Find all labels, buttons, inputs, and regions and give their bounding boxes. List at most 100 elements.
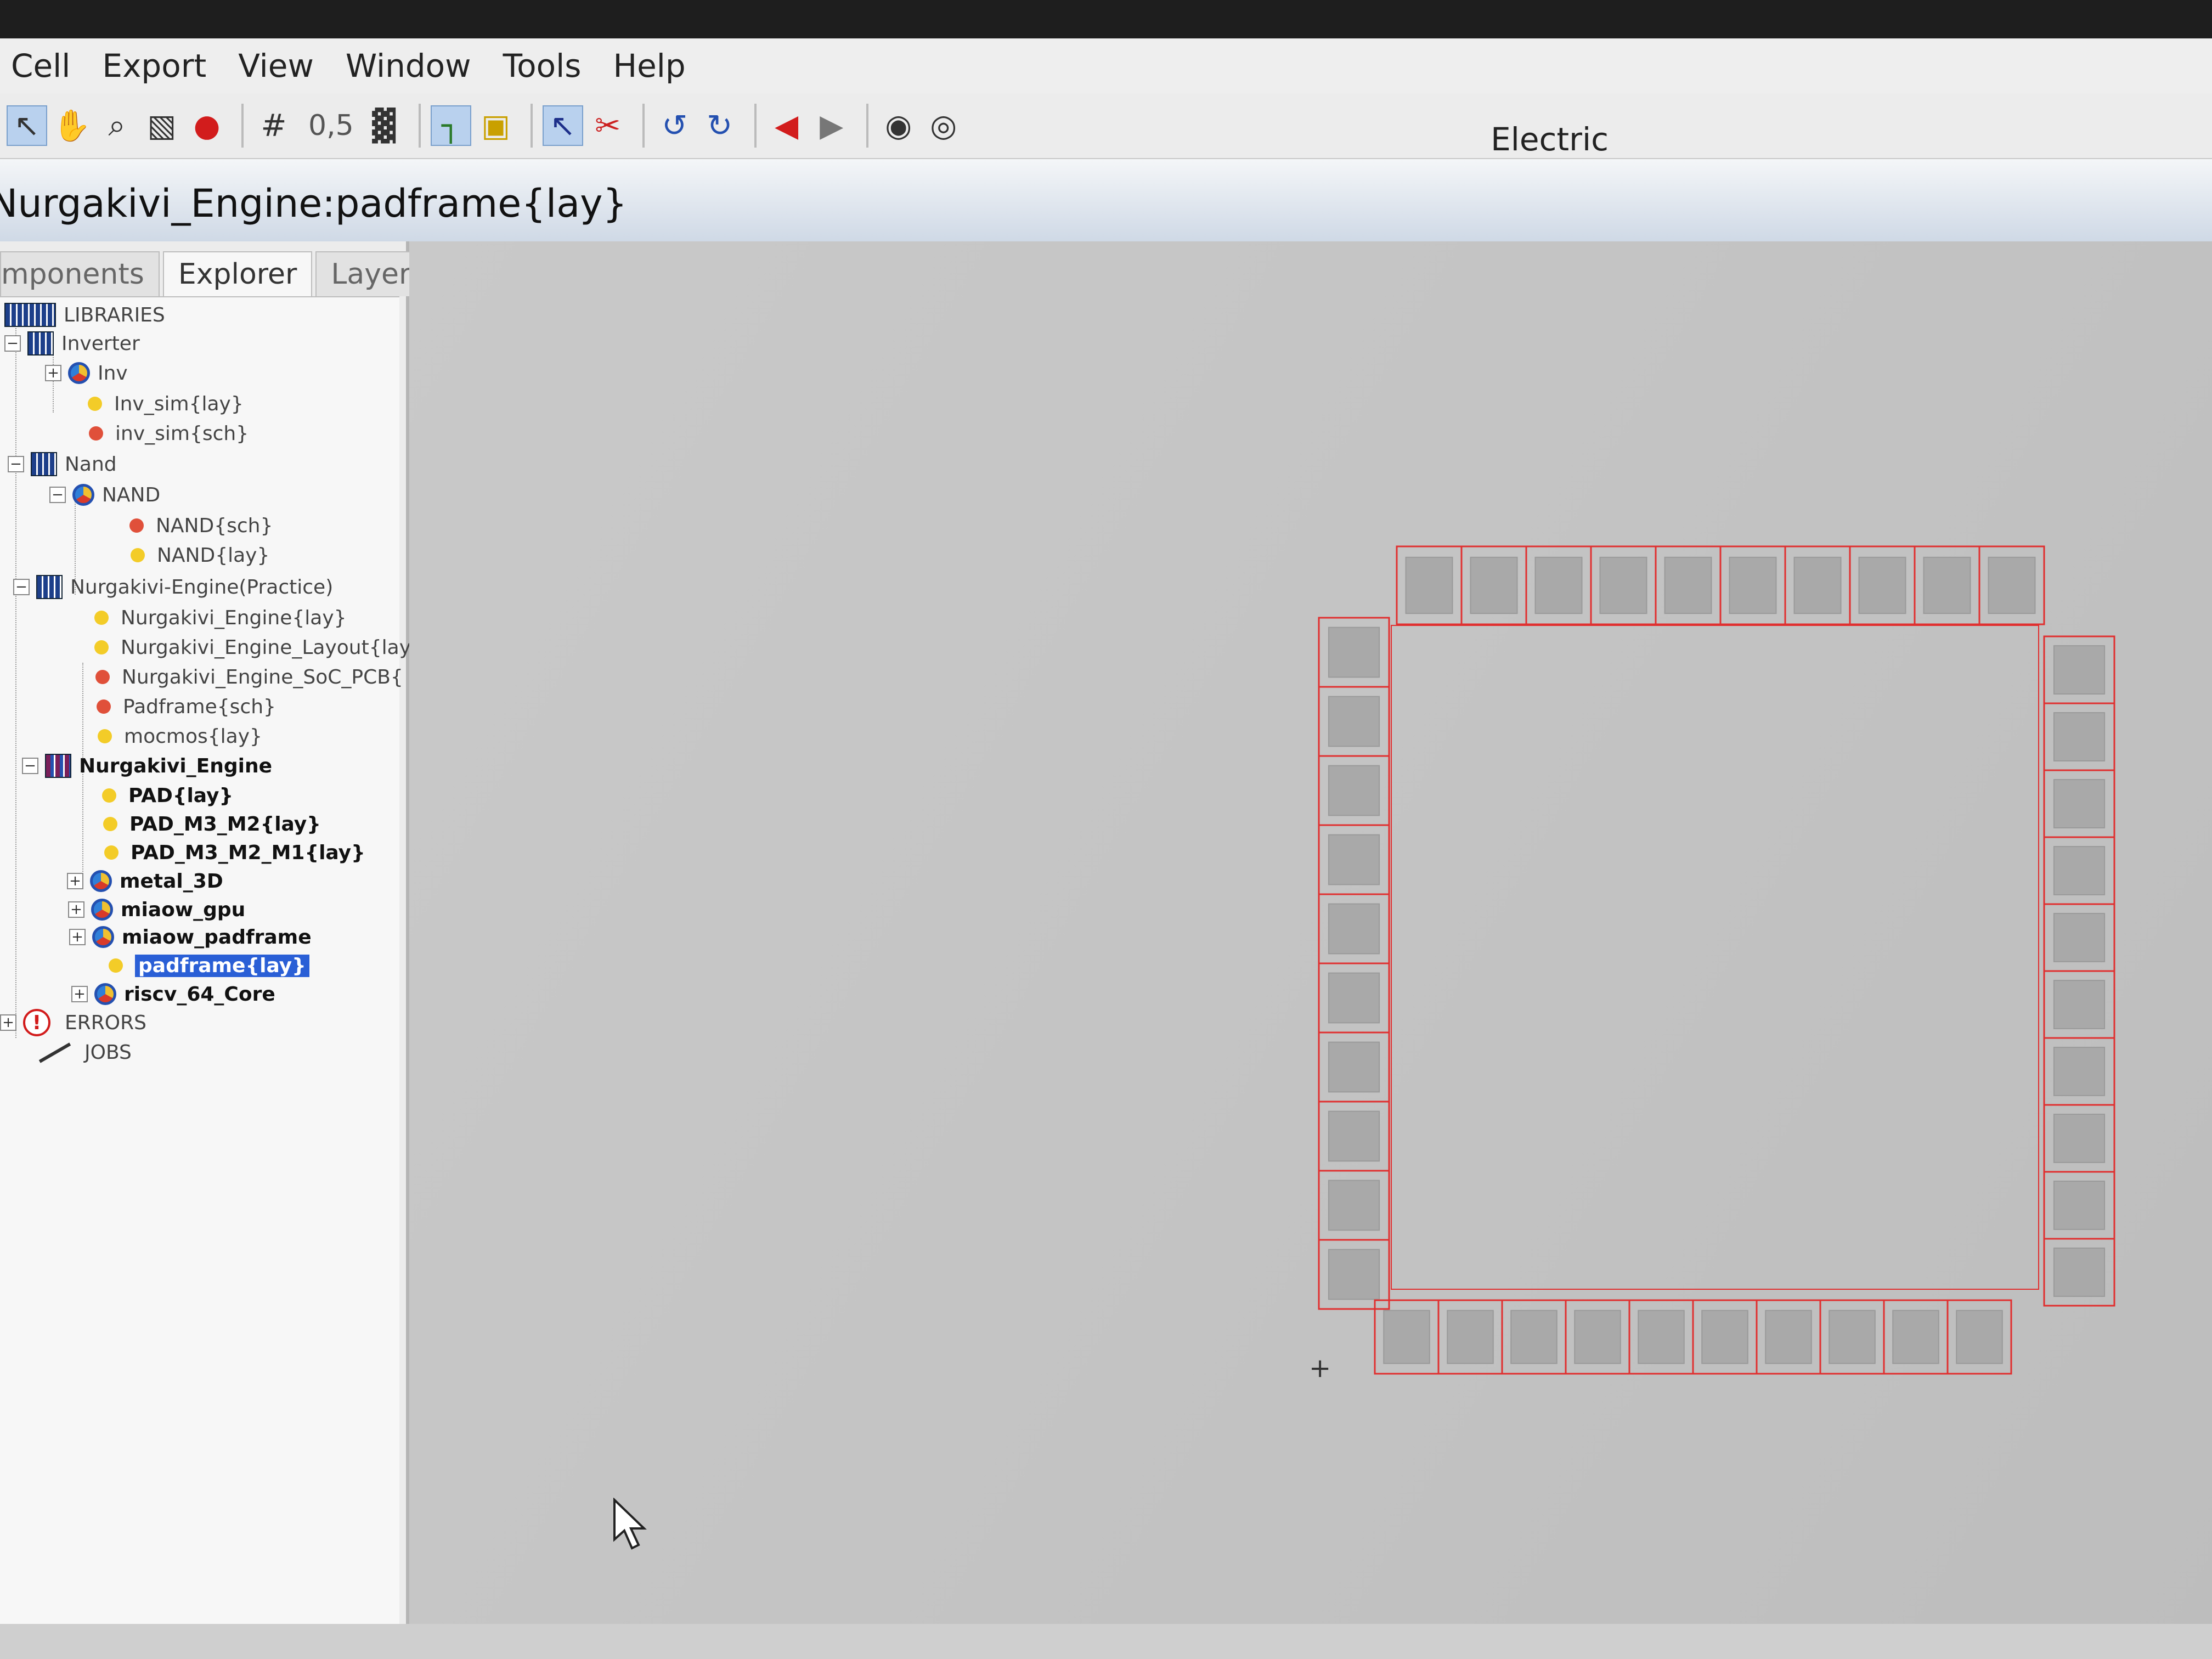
stop-icon[interactable]: ● — [187, 105, 227, 146]
pad-cell[interactable] — [2043, 903, 2115, 972]
pad-cell[interactable] — [1318, 617, 1390, 688]
grid-icon[interactable]: # — [253, 105, 294, 146]
layout-canvas[interactable]: + — [409, 241, 2212, 1659]
measure-icon[interactable]: ▓ — [364, 105, 404, 146]
hide-layer-icon[interactable]: ◎ — [923, 105, 964, 146]
tree-item-practice-layout[interactable]: Nurgakivi_Engine_Layout{lay — [94, 633, 411, 662]
select-arrow-icon[interactable]: ↖ — [7, 105, 47, 146]
tree-item-inv-sim-lay[interactable]: Inv_sim{lay} — [88, 390, 244, 418]
pad-cell[interactable] — [1501, 1299, 1567, 1375]
expand-icon[interactable]: + — [45, 365, 61, 381]
show-layer-icon[interactable]: ◉ — [878, 105, 919, 146]
tree-item-nand-lay[interactable]: NAND{lay} — [131, 541, 269, 569]
pad-cell[interactable] — [2043, 769, 2115, 838]
menu-view[interactable]: View — [238, 47, 314, 84]
tree-item-libraries[interactable]: LIBRARIES — [4, 301, 165, 329]
pad-cell[interactable] — [1692, 1299, 1758, 1375]
tree-item-miaow-padframe[interactable]: + miaow_padframe — [69, 923, 312, 951]
pad-cell[interactable] — [1883, 1299, 1949, 1375]
tree-item-pad-m3-m2[interactable]: PAD_M3_M2{lay} — [103, 810, 321, 838]
tree-item-nand-sch[interactable]: NAND{sch} — [129, 511, 273, 540]
pad-cell[interactable] — [2043, 1171, 2115, 1240]
pad-cell[interactable] — [1318, 1101, 1390, 1172]
tree-item-engine[interactable]: − Nurgakivi_Engine — [22, 752, 272, 780]
menu-cell[interactable]: Cell — [11, 47, 70, 84]
collapse-icon[interactable]: − — [22, 758, 38, 774]
expand-icon[interactable]: + — [69, 929, 86, 945]
pad-cell[interactable] — [1318, 686, 1390, 757]
tab-components[interactable]: mponents — [0, 251, 160, 296]
pad-cell[interactable] — [2043, 702, 2115, 771]
pad-cell[interactable] — [1978, 545, 2045, 625]
tree-item-inv[interactable]: + Inv — [45, 359, 128, 387]
undo-icon[interactable]: ↺ — [654, 105, 695, 146]
tree-item-practice[interactable]: − Nurgakivi-Engine(Practice) — [13, 573, 333, 601]
pad-cell[interactable] — [1914, 545, 1980, 625]
collapse-icon[interactable]: − — [4, 335, 21, 352]
cut-icon[interactable]: ✂ — [588, 105, 628, 146]
menu-help[interactable]: Help — [613, 47, 686, 84]
tree-item-errors[interactable]: + ! ERRORS — [0, 1008, 146, 1037]
tab-explorer[interactable]: Explorer — [162, 251, 313, 296]
pad-cell[interactable] — [1396, 545, 1463, 625]
tree-item-padframe-lay[interactable]: padframe{lay} — [109, 951, 309, 980]
tree-item-metal-3d[interactable]: + metal_3D — [67, 867, 223, 895]
menu-tools[interactable]: Tools — [503, 47, 582, 84]
tree-item-inverter[interactable]: − Inverter — [4, 329, 140, 358]
pad-cell[interactable] — [1318, 893, 1390, 964]
tree-item-jobs[interactable]: JOBS — [35, 1038, 132, 1066]
pad-cell[interactable] — [1318, 1031, 1390, 1103]
pad-cell[interactable] — [1318, 824, 1390, 895]
collapse-icon[interactable]: − — [13, 579, 30, 595]
outline-edit-icon[interactable]: ▧ — [142, 105, 182, 146]
pad-cell[interactable] — [2043, 970, 2115, 1039]
tree-item-pad-lay[interactable]: PAD{lay} — [102, 781, 233, 810]
tree-item-nand-cell[interactable]: − NAND — [49, 481, 160, 509]
zoom-magnifier-icon[interactable]: ⌕ — [97, 105, 137, 146]
pad-cell[interactable] — [1628, 1299, 1694, 1375]
pad-cell[interactable] — [2043, 635, 2115, 704]
pad-cell[interactable] — [1784, 545, 1851, 625]
pad-cell[interactable] — [1655, 545, 1722, 625]
pad-cell[interactable] — [1819, 1299, 1885, 1375]
pad-cell[interactable] — [2043, 836, 2115, 905]
pad-cell[interactable] — [1565, 1299, 1630, 1375]
expand-icon[interactable]: + — [71, 986, 88, 1002]
pad-cell[interactable] — [1460, 545, 1527, 625]
pad-cell[interactable] — [2043, 1104, 2115, 1173]
place-node-icon[interactable]: ▣ — [476, 105, 516, 146]
collapse-icon[interactable]: − — [8, 456, 24, 472]
tree-item-riscv[interactable]: + riscv_64_Core — [71, 980, 275, 1008]
pad-cell[interactable] — [1756, 1299, 1821, 1375]
pan-hand-icon[interactable]: ✋ — [52, 105, 92, 146]
pad-cell[interactable] — [1318, 1239, 1390, 1310]
pad-cell[interactable] — [2043, 1238, 2115, 1307]
pad-cell[interactable] — [1849, 545, 1916, 625]
tree-item-practice-engine[interactable]: Nurgakivi_Engine{lay} — [94, 603, 347, 632]
select-objects-icon[interactable]: ↖ — [542, 105, 583, 146]
pad-cell[interactable] — [1590, 545, 1657, 625]
expand-icon[interactable]: + — [0, 1014, 16, 1031]
pad-cell[interactable] — [2043, 1037, 2115, 1106]
pad-cell[interactable] — [1525, 545, 1592, 625]
menu-window[interactable]: Window — [346, 47, 471, 84]
tree-item-pad-m3-m2-m1[interactable]: PAD_M3_M2_M1{lay} — [104, 838, 365, 867]
expand-icon[interactable]: + — [67, 873, 83, 889]
collapse-icon[interactable]: − — [49, 487, 66, 503]
expand-icon[interactable]: + — [68, 901, 84, 918]
menu-export[interactable]: Export — [102, 47, 206, 84]
pad-cell[interactable] — [1318, 962, 1390, 1034]
place-arc-icon[interactable]: ┐ — [430, 105, 471, 146]
tree-item-miaow-gpu[interactable]: + miaow_gpu — [68, 895, 245, 924]
tree-item-nand[interactable]: − Nand — [8, 450, 117, 478]
pad-cell[interactable] — [1719, 545, 1786, 625]
pad-cell[interactable] — [1437, 1299, 1503, 1375]
pad-cell[interactable] — [1318, 755, 1390, 826]
tree-item-inv-sim-sch[interactable]: inv_sim{sch} — [89, 419, 249, 448]
pad-cell[interactable] — [1318, 1170, 1390, 1241]
pad-cell[interactable] — [1946, 1299, 2012, 1375]
redo-icon[interactable]: ↻ — [699, 105, 740, 146]
tree-item-practice-padframe[interactable]: Padframe{sch} — [97, 692, 276, 721]
tree-item-practice-mocmos[interactable]: mocmos{lay} — [98, 722, 262, 751]
back-arrow-icon[interactable]: ◀ — [766, 105, 807, 146]
